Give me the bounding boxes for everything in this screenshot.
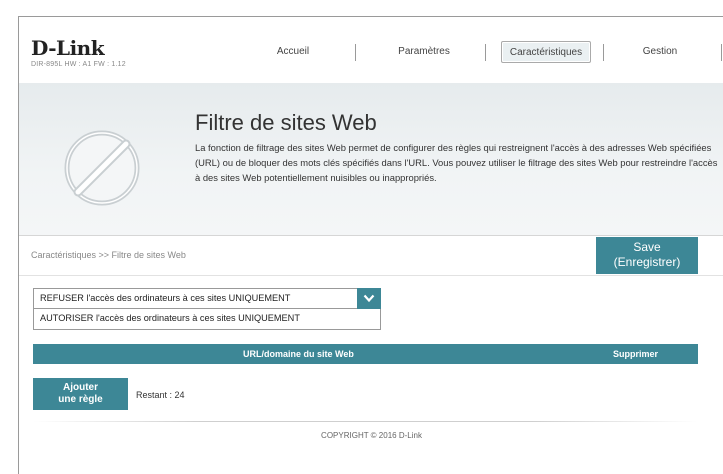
page-title: Filtre de sites Web <box>195 110 377 135</box>
dropdown-toggle[interactable] <box>357 288 381 309</box>
filter-mode-option-allow[interactable]: AUTORISER l'accès des ordinateurs à ces … <box>33 309 381 330</box>
nav-gestion[interactable]: Gestion <box>615 41 705 63</box>
copyright: COPYRIGHT © 2016 D-Link <box>321 431 422 440</box>
nav-divider <box>721 44 722 61</box>
footer-divider <box>33 421 698 422</box>
add-rule-button[interactable]: Ajouter une règle <box>33 378 128 410</box>
forbidden-circle-icon <box>64 130 140 206</box>
save-button[interactable]: Save (Enregistrer) <box>596 237 698 274</box>
remaining-rules-count: Restant : 24 <box>136 390 185 400</box>
breadcrumb-bar: Caractéristiques >> Filtre de sites Web … <box>19 235 723 275</box>
divider <box>19 275 723 276</box>
page-banner: Filtre de sites Web La fonction de filtr… <box>19 83 723 235</box>
nav-divider <box>603 44 604 61</box>
filter-mode-selected: REFUSER l'accès des ordinateurs à ces si… <box>40 293 291 303</box>
add-rule-label-line2: une règle <box>58 394 103 405</box>
save-button-label: Save <box>633 240 661 254</box>
add-rule-label-line1: Ajouter <box>63 382 98 393</box>
nav-divider <box>355 44 356 61</box>
option-label: AUTORISER l'accès des ordinateurs à ces … <box>40 313 300 323</box>
router-page: D-Link DIR-895L HW : A1 FW : 1.12 Accuei… <box>18 16 723 474</box>
nav-caracteristiques[interactable]: Caractéristiques <box>501 41 591 63</box>
nav-accueil[interactable]: Accueil <box>249 41 337 63</box>
column-header-delete: Supprimer <box>613 349 659 359</box>
chevron-down-icon <box>363 294 375 303</box>
dlink-logo[interactable]: D-Link <box>31 36 105 60</box>
header: D-Link DIR-895L HW : A1 FW : 1.12 Accuei… <box>19 17 723 83</box>
page-description: La fonction de filtrage des sites Web pe… <box>195 142 718 183</box>
column-header-url: URL/domaine du site Web <box>243 349 354 359</box>
nav-divider <box>485 44 486 61</box>
device-info: DIR-895L HW : A1 FW : 1.12 <box>31 61 126 68</box>
table-header: URL/domaine du site Web Supprimer <box>33 344 698 364</box>
breadcrumb[interactable]: Caractéristiques >> Filtre de sites Web <box>31 250 186 260</box>
filter-mode-select[interactable]: REFUSER l'accès des ordinateurs à ces si… <box>33 288 381 309</box>
save-button-sublabel: (Enregistrer) <box>613 255 681 269</box>
nav-parametres[interactable]: Paramètres <box>379 41 469 63</box>
